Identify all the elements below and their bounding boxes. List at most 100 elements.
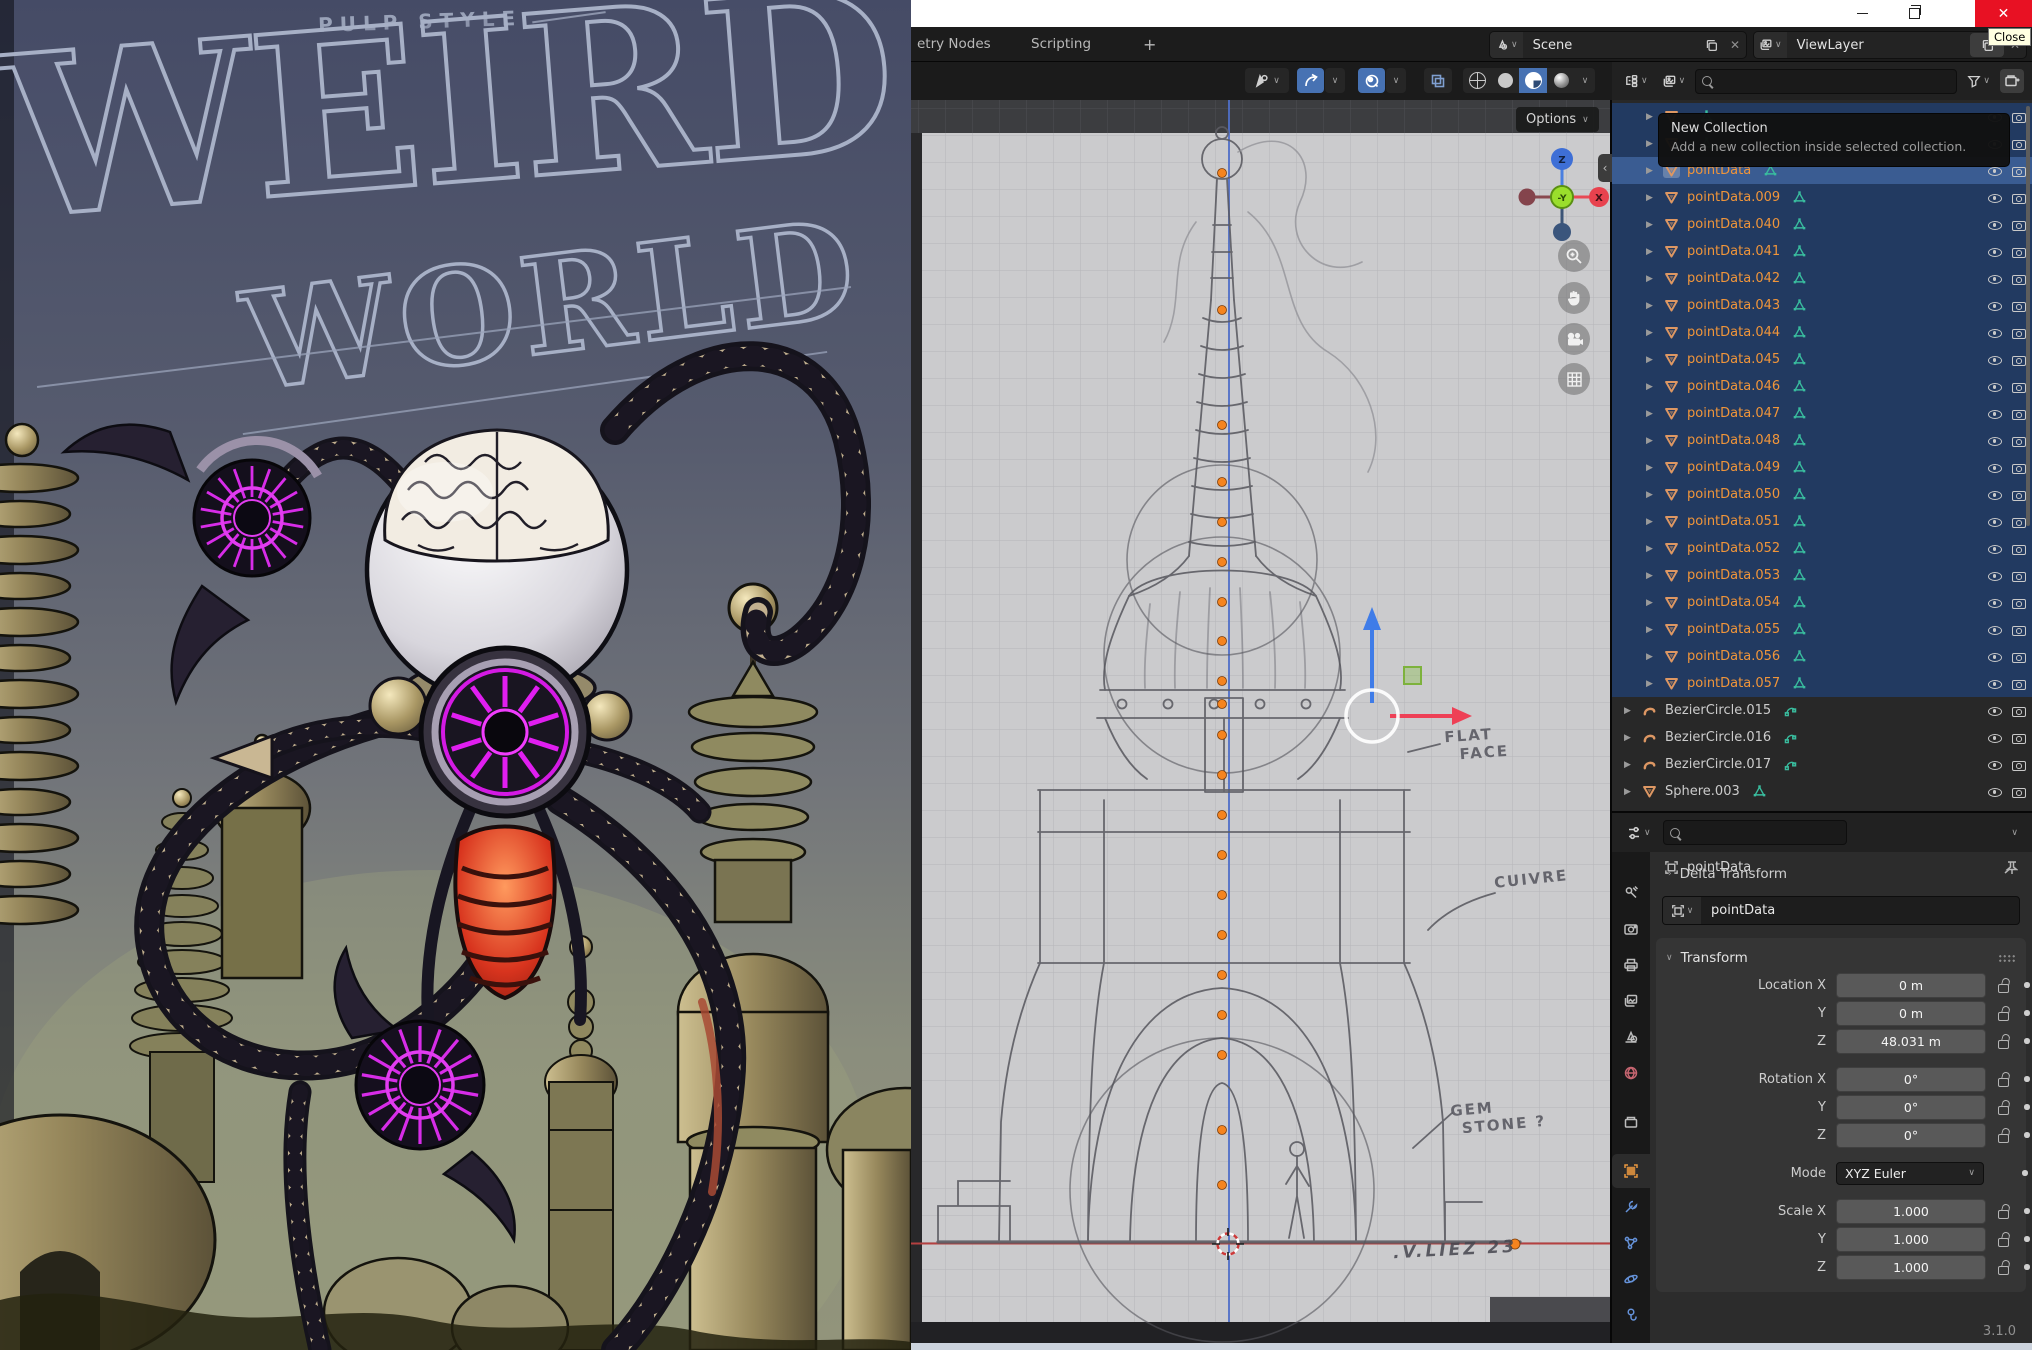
object-name[interactable]: pointData.042 [1687, 271, 1780, 286]
panel-grip-icon[interactable] [1998, 954, 2016, 962]
viewlayer-icon[interactable]: ∨ [1754, 32, 1787, 58]
object-name[interactable]: pointData.052 [1687, 541, 1780, 556]
animate-dot[interactable] [2024, 1010, 2030, 1016]
xray-toggle[interactable] [1424, 68, 1452, 93]
outliner-row[interactable]: ▶ pointData.041 [1612, 238, 2032, 265]
object-name[interactable]: pointData.009 [1687, 190, 1780, 205]
render-visibility-camera-icon[interactable] [2011, 703, 2028, 719]
object-name[interactable]: pointData.041 [1687, 244, 1780, 259]
outliner-row[interactable]: ▶ pointData.042 [1612, 265, 2032, 292]
render-visibility-camera-icon[interactable] [2011, 649, 2028, 665]
expand-arrow-icon[interactable]: ▶ [1646, 193, 1663, 203]
lock-icon[interactable] [1997, 1100, 2011, 1115]
object-type-icon[interactable] [1663, 595, 1680, 610]
animate-dot[interactable] [2024, 1104, 2030, 1110]
breadcrumb-object-name[interactable]: pointData [1687, 860, 1751, 875]
viewlayer-name-value[interactable]: ViewLayer [1787, 38, 1970, 53]
expand-arrow-icon[interactable]: ▶ [1646, 301, 1663, 311]
outliner-row[interactable]: ▶ pointData.043 [1612, 292, 2032, 319]
properties-options-dropdown[interactable]: ∨ [2007, 821, 2022, 845]
scene-icon[interactable]: ∨ [1490, 32, 1523, 58]
visibility-eye-icon[interactable] [1987, 244, 2004, 260]
outliner-row[interactable]: ▶ pointData.052 [1612, 535, 2032, 562]
new-scene-icon[interactable] [1698, 32, 1724, 58]
outliner-row[interactable]: ▶ pointData.054 [1612, 589, 2032, 616]
lock-icon[interactable] [1997, 1006, 2011, 1021]
outliner-scrollbar[interactable] [2026, 106, 2030, 526]
object-name[interactable]: pointData.047 [1687, 406, 1780, 421]
lock-icon[interactable] [1997, 1072, 2011, 1087]
outliner-row[interactable]: ▶ pointData.047 [1612, 400, 2032, 427]
expand-arrow-icon[interactable]: ▶ [1646, 436, 1663, 446]
object-type-icon[interactable] [1663, 271, 1680, 286]
object-name[interactable]: pointData.043 [1687, 298, 1780, 313]
visibility-eye-icon[interactable] [1987, 514, 2004, 530]
show-gizmo-toggle[interactable]: ∨ [1245, 68, 1289, 93]
maximize-button[interactable] [1891, 0, 1937, 27]
expand-arrow-icon[interactable]: ▶ [1646, 166, 1663, 176]
properties-tab[interactable] [1612, 1262, 1650, 1296]
visibility-eye-icon[interactable] [1987, 541, 2004, 557]
expand-arrow-icon[interactable]: ▶ [1646, 679, 1663, 689]
visibility-eye-icon[interactable] [1987, 487, 2004, 503]
expand-arrow-icon[interactable]: ▶ [1624, 733, 1641, 743]
transform-value-slider[interactable]: 1.000 [1836, 1227, 1986, 1252]
properties-tab[interactable] [1612, 1056, 1650, 1090]
object-name-field[interactable]: ∨ pointData [1662, 896, 2020, 925]
outliner-row[interactable]: ▶ pointData.040 [1612, 211, 2032, 238]
editor-type-outliner-icon[interactable]: ∨ [1620, 69, 1652, 93]
expand-arrow-icon[interactable]: ▶ [1646, 490, 1663, 500]
rotation-mode-dropdown[interactable]: XYZ Euler ∨ [1836, 1162, 1984, 1185]
options-dropdown[interactable]: Options ∨ [1516, 107, 1599, 132]
outliner-row[interactable]: ▶ pointData.046 [1612, 373, 2032, 400]
expand-arrow-icon[interactable]: ▶ [1646, 544, 1663, 554]
outliner-row[interactable]: ▶ pointData.044 [1612, 319, 2032, 346]
snap-toggle[interactable] [1297, 68, 1324, 93]
outliner-row[interactable]: ▶ BezierCircle.017 [1612, 751, 2032, 778]
object-type-icon[interactable] [1663, 622, 1680, 637]
proportional-editing-toggle[interactable] [1358, 68, 1385, 93]
shading-wireframe-button[interactable] [1463, 68, 1491, 93]
object-type-icon[interactable] [1663, 244, 1680, 259]
expand-arrow-icon[interactable]: ▶ [1646, 517, 1663, 527]
object-type-icon[interactable] [1663, 460, 1680, 475]
camera-view-button[interactable] [1558, 323, 1590, 355]
properties-tab[interactable] [1612, 1105, 1650, 1139]
visibility-eye-icon[interactable] [1987, 298, 2004, 314]
transform-value-slider[interactable]: 0 m [1836, 973, 1986, 998]
properties-tab[interactable] [1612, 912, 1650, 946]
scene-selector[interactable]: ∨ Scene ✕ [1489, 31, 1747, 59]
object-name[interactable]: pointData.045 [1687, 352, 1780, 367]
object-type-icon[interactable] [1663, 568, 1680, 583]
object-name[interactable]: BezierCircle.016 [1665, 730, 1771, 745]
outliner-row[interactable]: ▶ pointData.045 [1612, 346, 2032, 373]
object-name[interactable]: pointData.056 [1687, 649, 1780, 664]
object-type-icon[interactable] [1663, 352, 1680, 367]
object-name[interactable]: pointData.049 [1687, 460, 1780, 475]
minimize-button[interactable] [1839, 0, 1885, 27]
properties-tab[interactable] [1612, 1154, 1650, 1188]
object-name[interactable]: BezierCircle.015 [1665, 703, 1771, 718]
navigation-axis-gizmo[interactable]: Z X -Y [1507, 142, 1612, 252]
animate-dot[interactable] [2024, 982, 2030, 988]
outliner-row[interactable]: ▶ BezierCircle.016 [1612, 724, 2032, 751]
expand-arrow-icon[interactable]: ▶ [1624, 760, 1641, 770]
render-visibility-camera-icon[interactable] [2011, 757, 2028, 773]
orthographic-grid-button[interactable] [1558, 363, 1590, 395]
lock-icon[interactable] [1997, 1260, 2011, 1275]
object-type-icon[interactable] [1663, 325, 1680, 340]
render-visibility-camera-icon[interactable] [2011, 541, 2028, 557]
expand-arrow-icon[interactable]: ▶ [1624, 706, 1641, 716]
workspace-tab-geometry-nodes[interactable]: etry Nodes [917, 27, 991, 61]
properties-search-input[interactable] [1663, 820, 1847, 845]
proportional-dropdown[interactable]: ∨ [1386, 68, 1406, 93]
expand-arrow-icon[interactable]: ▶ [1646, 598, 1663, 608]
zoom-button[interactable] [1558, 240, 1590, 272]
transform-value-slider[interactable]: 0 m [1836, 1001, 1986, 1026]
transform-value-slider[interactable]: 0° [1836, 1095, 1986, 1120]
visibility-eye-icon[interactable] [1987, 433, 2004, 449]
object-type-icon[interactable] [1641, 703, 1658, 718]
render-visibility-camera-icon[interactable] [2011, 676, 2028, 692]
object-type-icon[interactable] [1663, 649, 1680, 664]
object-name[interactable]: pointData.054 [1687, 595, 1780, 610]
